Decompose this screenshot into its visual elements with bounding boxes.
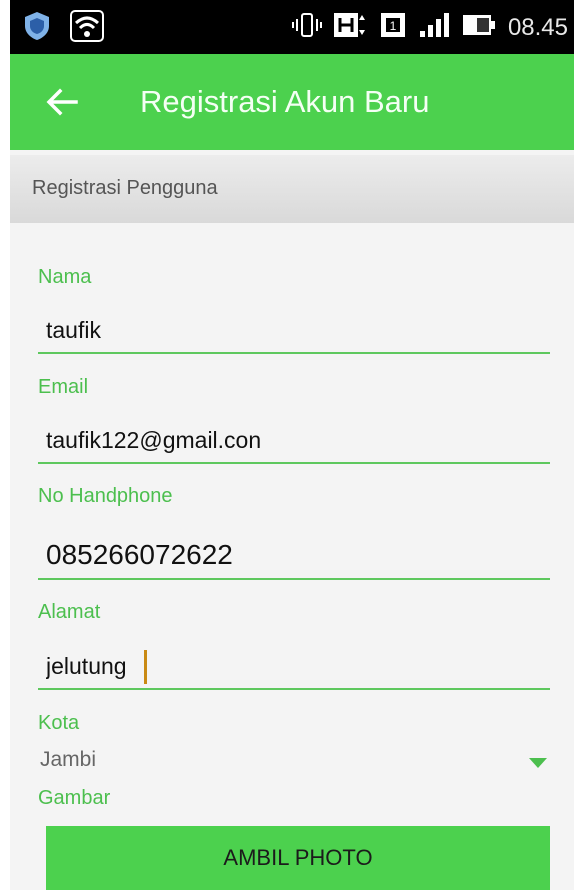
text-cursor — [144, 650, 147, 684]
sim-1-icon: 1 — [380, 11, 406, 44]
shield-icon — [22, 10, 52, 47]
app-bar: Registrasi Akun Baru — [10, 54, 574, 150]
dropdown-arrow-icon — [528, 756, 548, 774]
screen: 1 08.45 Registrasi Akun Baru Registrasi … — [10, 0, 574, 890]
kota-dropdown[interactable]: Jambi — [38, 742, 550, 782]
section-header: Registrasi Pengguna — [10, 155, 574, 223]
nama-label: Nama — [38, 266, 92, 288]
vibrate-icon — [291, 10, 322, 45]
wifi-icon — [70, 10, 104, 47]
battery-icon — [462, 12, 496, 43]
section-title: Registrasi Pengguna — [32, 177, 218, 199]
page-title: Registrasi Akun Baru — [140, 84, 430, 119]
kota-selected-value: Jambi — [40, 748, 97, 771]
signal-icon — [418, 11, 450, 44]
ambil-photo-button[interactable]: AMBIL PHOTO — [46, 826, 550, 890]
status-time: 08.45 — [507, 13, 568, 41]
email-field[interactable] — [38, 418, 550, 464]
kota-label: Kota — [38, 712, 80, 734]
arrow-left-icon[interactable] — [42, 82, 82, 122]
alamat-field[interactable] — [38, 644, 550, 690]
no-handphone-label: No Handphone — [38, 485, 173, 507]
email-label: Email — [38, 376, 89, 398]
h-network-icon — [333, 11, 368, 44]
alamat-label: Alamat — [38, 601, 101, 623]
status-bar: 1 08.45 — [10, 0, 574, 54]
nama-field[interactable] — [38, 308, 550, 354]
gambar-label: Gambar — [38, 787, 111, 809]
no-handphone-field[interactable] — [38, 532, 550, 580]
svg-text:1: 1 — [390, 19, 397, 33]
